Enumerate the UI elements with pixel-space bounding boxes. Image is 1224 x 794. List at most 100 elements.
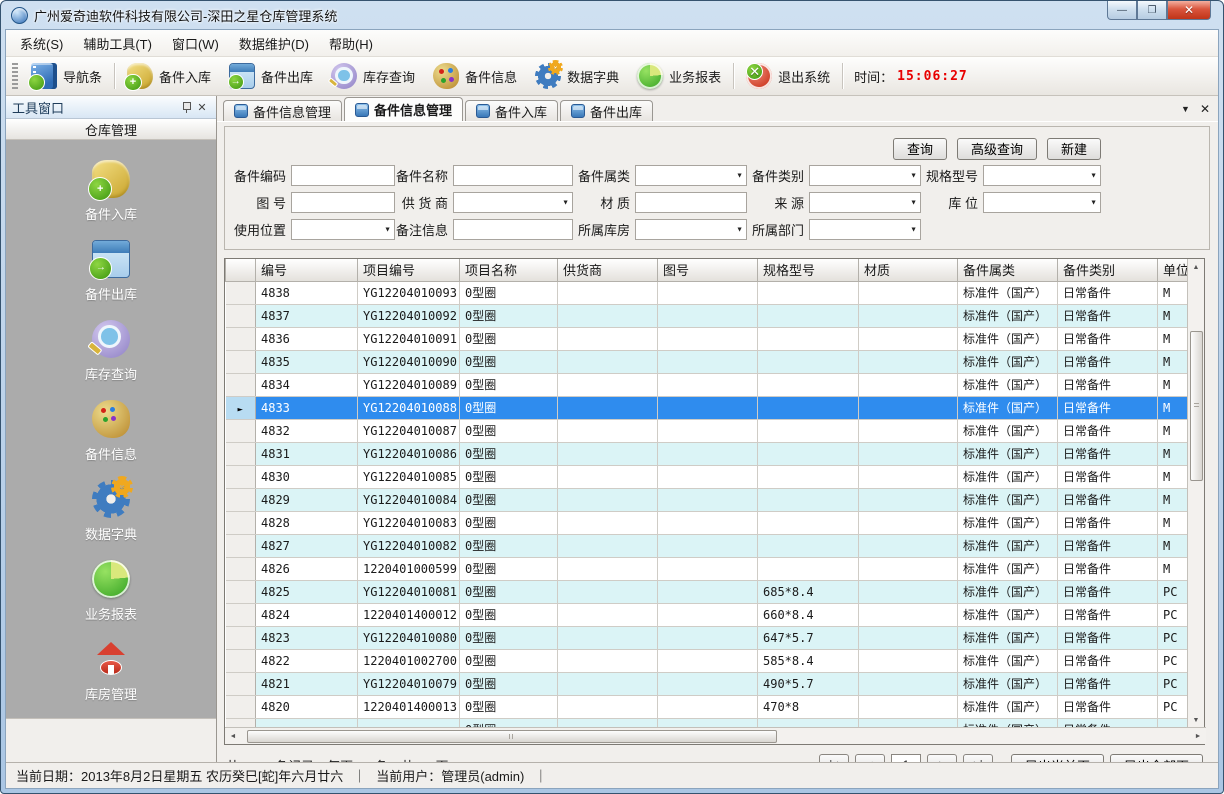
grid-cell[interactable]: 0型圈 xyxy=(460,442,558,465)
grid-cell[interactable]: 0型圈 xyxy=(460,649,558,672)
grid-cell[interactable] xyxy=(558,626,658,649)
grid-cell[interactable] xyxy=(859,304,958,327)
search-field-input[interactable] xyxy=(291,219,395,240)
grid-cell[interactable]: 585*8.4 xyxy=(758,649,859,672)
grid-cell[interactable]: 标准件（国产） xyxy=(958,511,1058,534)
grid-cell[interactable]: PC xyxy=(1158,672,1189,695)
sidebar-item[interactable]: 业务报表 xyxy=(85,560,137,623)
minimize-button[interactable]: — xyxy=(1107,1,1137,20)
grid-cell[interactable]: 660*8.4 xyxy=(758,603,859,626)
grid-cell[interactable] xyxy=(758,488,859,511)
grid-cell[interactable]: 0型圈 xyxy=(460,672,558,695)
grid-cell[interactable]: 0型圈 xyxy=(460,373,558,396)
grid-cell[interactable]: YG12204010091 xyxy=(358,327,460,350)
grid-cell[interactable]: 4822 xyxy=(256,649,358,672)
search-field-input[interactable] xyxy=(809,165,921,186)
search-action-button[interactable]: 高级查询 xyxy=(957,138,1037,160)
grid-cell[interactable] xyxy=(859,511,958,534)
toolbar-button[interactable]: 业务报表 xyxy=(628,59,730,93)
grid-cell[interactable] xyxy=(558,580,658,603)
table-row[interactable]: 4827YG122040100820型圈标准件（国产）日常备件M xyxy=(226,534,1189,557)
search-field-input[interactable] xyxy=(453,192,573,213)
grid-cell[interactable]: 1220401002700 xyxy=(358,649,460,672)
search-field-input[interactable] xyxy=(453,219,573,240)
grid-cell[interactable]: 0型圈 xyxy=(460,695,558,718)
grid-cell[interactable]: 4830 xyxy=(256,465,358,488)
scroll-up-icon[interactable]: ▲ xyxy=(1188,259,1204,275)
grid-cell[interactable] xyxy=(758,373,859,396)
close-button[interactable]: ✕ xyxy=(1167,1,1211,20)
grid-cell[interactable]: M xyxy=(1158,442,1189,465)
grid-cell[interactable] xyxy=(859,488,958,511)
grid-cell[interactable] xyxy=(758,281,859,304)
grid-cell[interactable]: 0型圈 xyxy=(460,626,558,649)
grid-column-header[interactable]: 图号 xyxy=(658,259,758,281)
toolbar-button[interactable] xyxy=(842,63,843,89)
search-field-input[interactable] xyxy=(809,192,921,213)
export-current-page-button[interactable]: 导出当前页 xyxy=(1011,754,1104,762)
row-selector[interactable] xyxy=(226,695,256,718)
menu-item[interactable]: 窗口(W) xyxy=(162,30,229,57)
horizontal-scroll-thumb[interactable] xyxy=(247,730,777,743)
table-row[interactable]: 4838YG122040100930型圈标准件（国产）日常备件M xyxy=(226,281,1189,304)
row-selector[interactable] xyxy=(226,281,256,304)
search-field-input[interactable] xyxy=(809,219,921,240)
grid-cell[interactable]: 4831 xyxy=(256,442,358,465)
scroll-left-icon[interactable]: ◄ xyxy=(225,728,241,744)
menu-item[interactable]: 数据维护(D) xyxy=(229,30,319,57)
grid-cell[interactable] xyxy=(859,396,958,419)
grid-cell[interactable] xyxy=(558,465,658,488)
grid-cell[interactable]: 4834 xyxy=(256,373,358,396)
grid-cell[interactable] xyxy=(859,580,958,603)
tab[interactable]: 备件入库 xyxy=(465,100,558,121)
search-field-input[interactable] xyxy=(635,192,747,213)
menu-item[interactable]: 辅助工具(T) xyxy=(73,30,162,57)
toolbar-button[interactable]: 导航条 xyxy=(22,59,111,93)
table-row[interactable]: ►4833YG122040100880型圈标准件（国产）日常备件M xyxy=(226,396,1189,419)
table-row[interactable]: 4821YG122040100790型圈490*5.7标准件（国产）日常备件PC xyxy=(226,672,1189,695)
previous-page-button[interactable]: < xyxy=(855,754,885,762)
grid-cell[interactable]: PC xyxy=(1158,603,1189,626)
grid-cell[interactable]: 标准件（国产） xyxy=(958,350,1058,373)
grid-cell[interactable] xyxy=(558,695,658,718)
grid-cell[interactable] xyxy=(859,327,958,350)
grid-cell[interactable] xyxy=(859,672,958,695)
grid-cell[interactable]: 4823 xyxy=(256,626,358,649)
grid-cell[interactable] xyxy=(758,419,859,442)
grid-cell[interactable]: 日常备件 xyxy=(1058,350,1158,373)
grid-cell[interactable]: 日常备件 xyxy=(1058,557,1158,580)
grid-cell[interactable]: 0型圈 xyxy=(460,511,558,534)
grid-cell[interactable] xyxy=(859,603,958,626)
sidebar-group-header[interactable]: 仓库管理 xyxy=(6,119,216,140)
sidebar-item[interactable]: 备件出库 xyxy=(85,240,137,303)
grid-cell[interactable] xyxy=(558,373,658,396)
grid-cell[interactable]: 日常备件 xyxy=(1058,442,1158,465)
grid-cell[interactable] xyxy=(558,304,658,327)
grid-cell[interactable]: 标准件（国产） xyxy=(958,304,1058,327)
grid-cell[interactable]: 标准件（国产） xyxy=(958,281,1058,304)
search-field-input[interactable] xyxy=(291,165,395,186)
grid-cell[interactable] xyxy=(558,672,658,695)
table-row[interactable]: 4823YG122040100800型圈647*5.7标准件（国产）日常备件PC xyxy=(226,626,1189,649)
grid-cell[interactable]: PC xyxy=(1158,580,1189,603)
grid-cell[interactable] xyxy=(758,327,859,350)
grid-cell[interactable] xyxy=(758,396,859,419)
grid-cell[interactable]: 0型圈 xyxy=(460,327,558,350)
grid-cell[interactable] xyxy=(658,281,758,304)
grid-cell[interactable]: 4835 xyxy=(256,350,358,373)
row-selector[interactable] xyxy=(226,327,256,350)
grid-cell[interactable]: YG12204010083 xyxy=(358,511,460,534)
grid-cell[interactable]: 标准件（国产） xyxy=(958,649,1058,672)
grid-cell[interactable] xyxy=(658,626,758,649)
grid-cell[interactable] xyxy=(859,649,958,672)
grid-cell[interactable]: 日常备件 xyxy=(1058,511,1158,534)
grid-cell[interactable]: 日常备件 xyxy=(1058,396,1158,419)
grid-cell[interactable]: 4825 xyxy=(256,580,358,603)
grid-cell[interactable]: PC xyxy=(1158,695,1189,718)
grid-cell[interactable]: M xyxy=(1158,511,1189,534)
grid-cell[interactable]: 0型圈 xyxy=(460,580,558,603)
vertical-scrollbar[interactable]: ▲ ▼ xyxy=(1187,259,1204,728)
grid-cell[interactable]: 0型圈 xyxy=(460,603,558,626)
grid-cell[interactable]: YG12204010089 xyxy=(358,373,460,396)
grid-cell[interactable]: 0型圈 xyxy=(460,534,558,557)
